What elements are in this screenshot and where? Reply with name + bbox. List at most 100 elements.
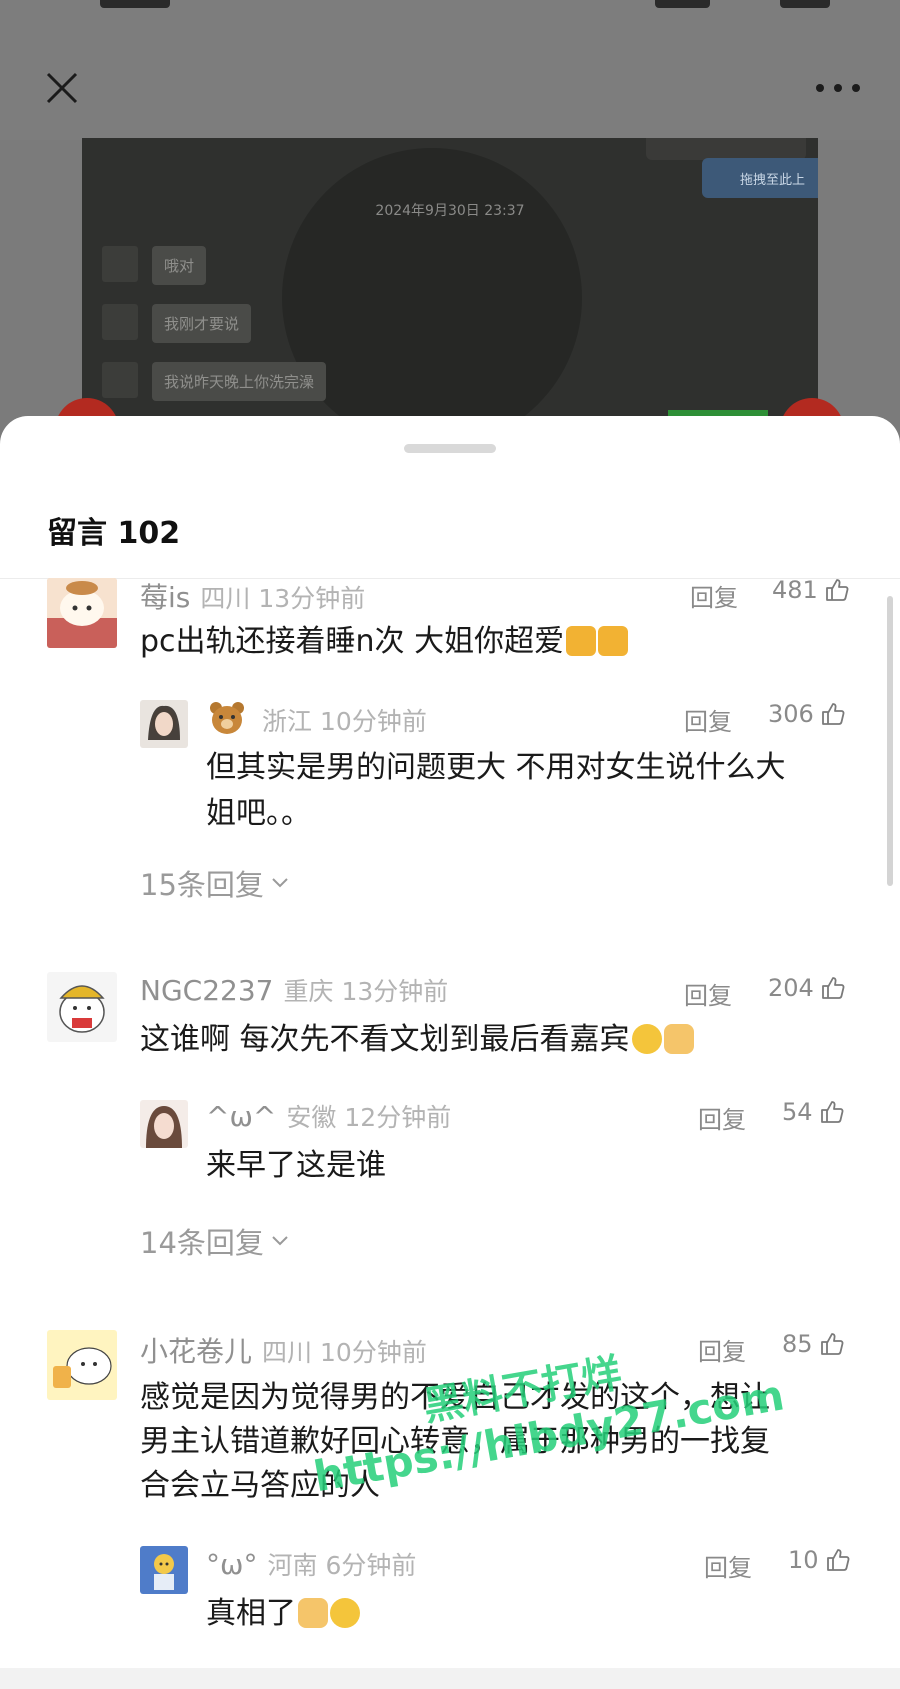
username[interactable]: 小花卷儿 xyxy=(140,1335,252,1368)
view-more-replies[interactable]: 15条回复 xyxy=(140,862,290,904)
ok-hand-emoji xyxy=(663,1024,694,1054)
laughing-emoji xyxy=(631,1024,662,1054)
avatar[interactable] xyxy=(47,578,117,648)
comment-text: 男主认错道歉好回心转意，属于那种男的一找复 xyxy=(140,1424,770,1459)
timestamp: 13分钟前 xyxy=(258,584,366,613)
reply-text: 姐吧。。 xyxy=(206,796,311,831)
chat-avatar xyxy=(102,362,138,398)
chat-bubble: 哦对 xyxy=(152,246,207,285)
username[interactable]: 莓is xyxy=(140,581,190,614)
reply-button[interactable]: 回复 xyxy=(704,1548,752,1583)
chat-bubble: 我说昨天晚上你洗完澡 xyxy=(152,362,327,401)
scrollbar[interactable] xyxy=(887,596,893,886)
bottom-input-bar[interactable] xyxy=(0,1668,900,1689)
more-dot-icon xyxy=(816,84,824,92)
like-count: 306 xyxy=(768,700,814,728)
thumbs-up-icon xyxy=(821,977,845,999)
more-options-button[interactable] xyxy=(816,78,860,98)
reply-button[interactable]: 回复 xyxy=(698,1100,746,1135)
image-overlay-bar xyxy=(646,138,806,160)
like-button[interactable]: 10 xyxy=(788,1546,851,1574)
like-button[interactable]: 306 xyxy=(768,700,846,728)
like-count: 54 xyxy=(782,1098,813,1126)
location: 四川 xyxy=(262,1338,313,1367)
reply-text: 真相了 xyxy=(206,1592,360,1636)
chevron-down-icon xyxy=(272,1236,288,1246)
close-button[interactable] xyxy=(42,68,82,108)
signal-icon xyxy=(655,0,710,8)
timestamp: 6分钟前 xyxy=(325,1551,417,1580)
avatar[interactable] xyxy=(140,700,188,748)
reply-button[interactable]: 回复 xyxy=(684,976,732,1011)
thumbs-up-emoji xyxy=(598,626,629,656)
reply-button[interactable]: 回复 xyxy=(684,702,732,737)
more-replies-label: 14条回复 xyxy=(140,1226,264,1260)
chat-bubble: 我刚才要说 xyxy=(152,304,252,343)
post-image[interactable]: 拖拽至此上 2024年9月30日 23:37 哦对 我刚才要说 我说昨天晚上你洗… xyxy=(82,138,818,428)
chat-avatar xyxy=(102,246,138,282)
comment-sheet: 留言 102 莓is 四川 13分钟前 回复 481 pc出轨还接着睡n次 大姐你超… xyxy=(0,416,900,1689)
location: 安徽 xyxy=(286,1103,337,1132)
avatar[interactable] xyxy=(140,1546,188,1594)
location: 浙江 xyxy=(262,707,313,736)
timestamp: 13分钟前 xyxy=(341,977,449,1006)
thumbs-up-emoji xyxy=(566,626,597,656)
comment-text: 这谁啊 每次先不看文划到最后看嘉宾 xyxy=(140,1018,694,1062)
comment-meta: 莓is 四川 13分钟前 xyxy=(140,576,365,616)
like-count: 204 xyxy=(768,974,814,1002)
like-count: 10 xyxy=(788,1546,819,1574)
status-bar-time xyxy=(100,0,170,8)
comment-text: 感觉是因为觉得男的不爱自己才发的这个，想让 xyxy=(140,1380,770,1415)
comment-text: 合会立马答应的人 xyxy=(140,1468,380,1503)
reply-meta: 浙江 10分钟前 xyxy=(206,700,427,738)
reply-button[interactable]: 回复 xyxy=(690,578,738,613)
username[interactable]: ^ω^ xyxy=(206,1100,276,1133)
like-button[interactable]: 85 xyxy=(782,1330,845,1358)
reply-text: 但其实是男的问题更大 不用对女生说什么大 xyxy=(206,750,786,785)
comment-meta: 小花卷儿 四川 10分钟前 xyxy=(140,1330,427,1370)
username[interactable]: °ω° xyxy=(206,1548,257,1581)
like-button[interactable]: 204 xyxy=(768,974,846,1002)
more-dot-icon xyxy=(834,84,842,92)
chat-avatar xyxy=(102,304,138,340)
sheet-drag-handle[interactable] xyxy=(404,444,496,453)
more-dot-icon xyxy=(852,84,860,92)
avatar[interactable] xyxy=(140,1100,188,1148)
reply-meta: °ω° 河南 6分钟前 xyxy=(206,1546,416,1582)
thumbs-up-icon xyxy=(826,1549,850,1571)
drag-here-tag: 拖拽至此上 xyxy=(702,158,818,198)
thumbs-up-icon xyxy=(820,1101,844,1123)
like-count: 85 xyxy=(782,1330,813,1358)
thumbs-up-icon xyxy=(820,1333,844,1355)
thumbs-up-icon xyxy=(821,703,845,725)
timestamp: 12分钟前 xyxy=(344,1103,452,1132)
location: 河南 xyxy=(267,1551,318,1580)
timestamp: 10分钟前 xyxy=(320,1338,427,1367)
more-replies-label: 15条回复 xyxy=(140,868,264,902)
view-more-replies[interactable]: 14条回复 xyxy=(140,1220,290,1262)
like-button[interactable]: 54 xyxy=(782,1098,845,1126)
reply-meta: ^ω^ 安徽 12分钟前 xyxy=(206,1098,451,1134)
like-count: 481 xyxy=(772,576,818,604)
image-shadow xyxy=(282,148,582,428)
comment-meta: NGC2237 重庆 13分钟前 xyxy=(140,972,448,1008)
close-icon xyxy=(46,72,78,104)
like-button[interactable]: 481 xyxy=(772,576,850,604)
location: 四川 xyxy=(200,584,251,613)
laughing-emoji xyxy=(330,1598,360,1628)
comment-count-title: 留言 102 xyxy=(47,516,181,551)
comment-text: pc出轨还接着睡n次 大姐你超爱 xyxy=(140,620,629,664)
chat-timestamp: 2024年9月30日 23:37 xyxy=(375,203,525,219)
chevron-down-icon xyxy=(272,878,288,888)
top-bar xyxy=(0,0,900,140)
timestamp: 10分钟前 xyxy=(320,707,427,736)
thumbs-up-icon xyxy=(825,579,849,601)
reply-text: 来早了这是谁 xyxy=(206,1148,386,1183)
ok-hand-emoji xyxy=(298,1598,328,1628)
location: 重庆 xyxy=(283,977,334,1006)
username[interactable]: NGC2237 xyxy=(140,974,273,1007)
avatar[interactable] xyxy=(47,972,117,1042)
battery-icon xyxy=(780,0,830,8)
avatar[interactable] xyxy=(47,1330,117,1400)
reply-button[interactable]: 回复 xyxy=(698,1332,746,1367)
